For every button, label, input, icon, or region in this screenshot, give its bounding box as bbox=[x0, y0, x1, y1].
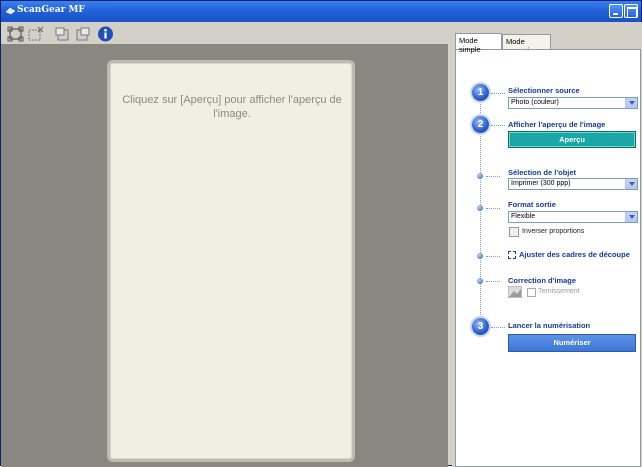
rotate-left-icon[interactable] bbox=[54, 26, 71, 42]
dotted-connector bbox=[491, 327, 505, 328]
preview-step-label: Afficher l'aperçu de l'image bbox=[508, 120, 606, 129]
invert-ratio-icon[interactable] bbox=[509, 227, 519, 237]
preview-platen: Cliquez sur [Aperçu] pour afficher l'ape… bbox=[107, 60, 355, 462]
dotted-connector bbox=[486, 176, 500, 177]
title-bar: ScanGear MF bbox=[1, 1, 641, 22]
crop-frame-icon[interactable] bbox=[508, 251, 516, 259]
scangear-window: ScanGear MF Cliquez sur [Aperçu] pour af… bbox=[0, 0, 642, 467]
object-selection-label: Sélection de l'objet bbox=[508, 168, 577, 177]
step-1-icon: 1 bbox=[472, 84, 489, 101]
simple-mode-pane: 1 Sélectionner source Photo (couleur) 2 … bbox=[455, 49, 641, 467]
select-source-label: Sélectionner source bbox=[508, 86, 580, 95]
substep-dot-icon bbox=[477, 173, 483, 179]
rotate-right-icon[interactable] bbox=[74, 26, 91, 42]
start-scan-label: Lancer la numérisation bbox=[508, 321, 591, 330]
chevron-down-icon[interactable] bbox=[625, 179, 637, 189]
auto-crop-icon[interactable] bbox=[7, 26, 24, 42]
step-2-icon: 2 bbox=[472, 116, 489, 133]
source-select-value: Photo (couleur) bbox=[511, 99, 559, 106]
substep-dot-icon bbox=[477, 278, 483, 284]
object-select-value: Imprimer (300 ppp) bbox=[511, 180, 571, 187]
substep-dot-icon bbox=[477, 253, 483, 259]
clear-crop-icon[interactable] bbox=[27, 26, 44, 42]
dotted-connector bbox=[491, 125, 505, 126]
dotted-connector bbox=[486, 281, 500, 282]
toolbar bbox=[1, 22, 448, 44]
substep-dot-icon bbox=[477, 205, 483, 211]
scan-button[interactable]: Numériser bbox=[508, 334, 636, 352]
preview-hint: Cliquez sur [Aperçu] pour afficher l'ape… bbox=[122, 94, 342, 120]
output-format-label: Format sortie bbox=[508, 200, 556, 209]
app-icon bbox=[6, 7, 15, 15]
output-format-value: Flexible bbox=[511, 213, 536, 220]
crop-frames-label[interactable]: Ajuster des cadres de découpe bbox=[519, 250, 630, 259]
fading-label: Ternissement bbox=[538, 288, 580, 295]
maximize-button[interactable] bbox=[624, 4, 638, 18]
image-correction-label: Correction d'image bbox=[508, 276, 577, 285]
fading-checkbox[interactable] bbox=[527, 288, 536, 297]
minimize-button[interactable] bbox=[609, 4, 623, 18]
settings-panel: Mode simple Mode avancé 1 Sélectionner s… bbox=[452, 22, 642, 467]
source-select[interactable]: Photo (couleur) bbox=[508, 97, 638, 109]
tab-mode-simple[interactable]: Mode simple bbox=[455, 33, 502, 54]
preview-button[interactable]: Aperçu bbox=[508, 131, 636, 148]
dotted-connector bbox=[491, 93, 505, 94]
dotted-connector bbox=[486, 208, 500, 209]
step-3-icon: 3 bbox=[472, 318, 489, 335]
output-format-select[interactable]: Flexible bbox=[508, 211, 638, 223]
window-title: ScanGear MF bbox=[17, 5, 85, 15]
object-select[interactable]: Imprimer (300 ppp) bbox=[508, 178, 638, 190]
info-icon[interactable] bbox=[97, 26, 114, 42]
invert-ratio-label: Inverser proportions bbox=[522, 228, 585, 235]
chevron-down-icon[interactable] bbox=[625, 212, 637, 222]
chevron-down-icon[interactable] bbox=[625, 98, 637, 108]
image-correction-icon bbox=[508, 286, 522, 298]
dotted-connector bbox=[486, 256, 500, 257]
preview-area: Cliquez sur [Aperçu] pour afficher l'ape… bbox=[1, 44, 448, 467]
tab-mode-avance[interactable]: Mode avancé bbox=[502, 34, 551, 55]
